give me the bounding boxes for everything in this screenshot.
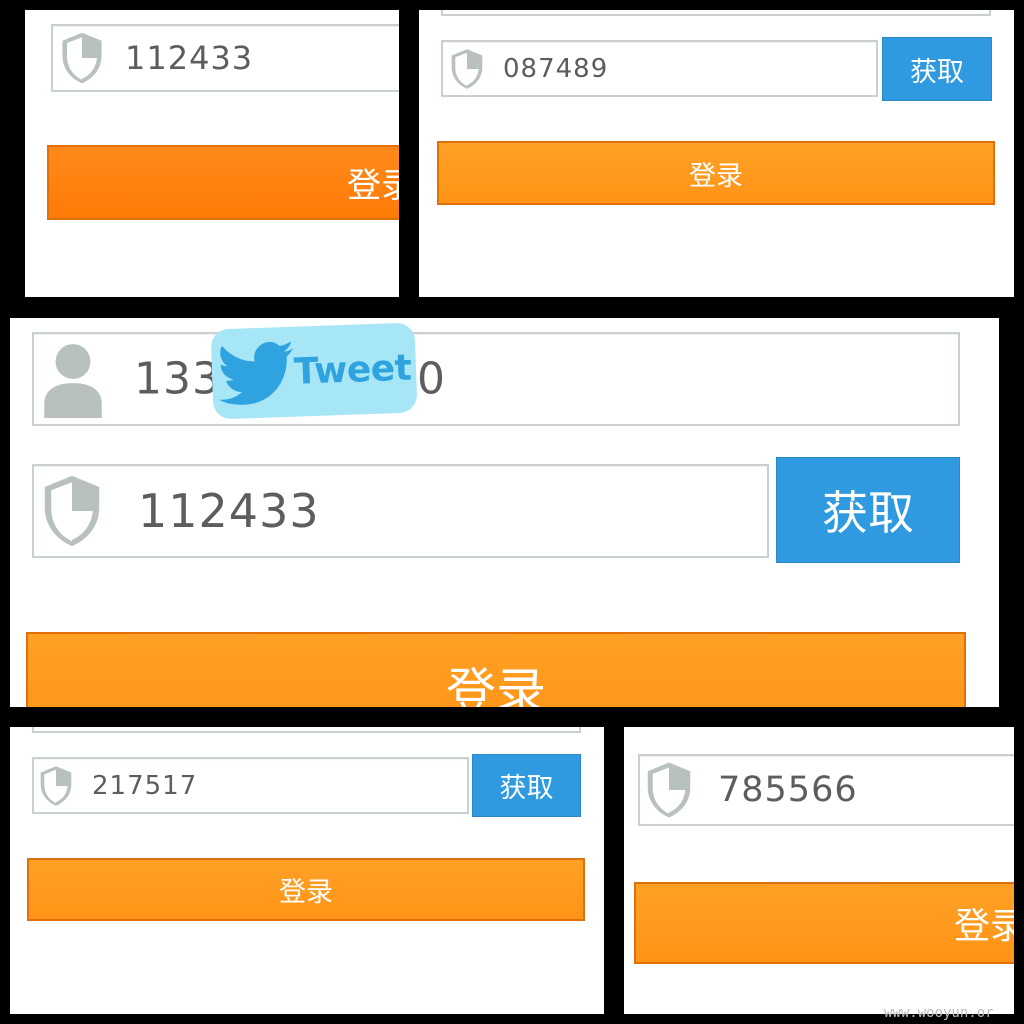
get-code-button[interactable]: 获取 xyxy=(472,754,581,817)
get-code-button[interactable]: 获取 xyxy=(882,37,992,101)
login-label: 登录 xyxy=(446,663,546,707)
login-label: 登录 xyxy=(279,877,333,908)
verification-code-value: 785566 xyxy=(718,770,858,810)
shield-icon xyxy=(644,760,694,820)
get-code-label: 获取 xyxy=(822,486,914,540)
phone-field[interactable]: 133 0 xyxy=(32,332,960,426)
shield-icon xyxy=(40,472,104,550)
login-button[interactable]: 登录 xyxy=(437,141,995,205)
panel-1: 112433 登录 xyxy=(25,10,399,297)
phone-field[interactable] xyxy=(441,10,991,16)
login-button[interactable]: 登录 xyxy=(634,882,1014,964)
verification-code-field[interactable]: 217517 xyxy=(32,757,469,814)
panel-5: 785566 登录 xyxy=(624,727,1014,1014)
verification-code-value: 217517 xyxy=(92,770,198,801)
twitter-bird-icon xyxy=(217,340,297,407)
verification-code-field[interactable]: 112433 xyxy=(32,464,769,558)
shield-icon xyxy=(59,30,105,86)
login-button[interactable]: 登录 xyxy=(26,632,966,707)
verification-code-field[interactable]: 087489 xyxy=(441,40,878,97)
shield-icon xyxy=(449,47,485,91)
login-label: 登录 xyxy=(954,906,1014,947)
user-icon xyxy=(42,340,104,418)
verification-code-value: 087489 xyxy=(503,53,609,84)
panel-4: 217517 获取 登录 xyxy=(10,727,604,1014)
get-code-label: 获取 xyxy=(910,56,964,88)
shield-icon xyxy=(38,764,74,808)
phone-field[interactable] xyxy=(32,727,581,733)
panel-3: 133 0 112433 获取 登录 xyxy=(10,318,999,707)
phone-value-right: 0 xyxy=(417,353,446,405)
login-button[interactable]: 登录 xyxy=(47,145,399,220)
login-label: 登录 xyxy=(689,160,743,192)
login-button[interactable]: 登录 xyxy=(27,858,585,921)
get-code-label: 获取 xyxy=(499,773,554,804)
login-label: 登录 xyxy=(347,166,399,206)
panel-2: 087489 获取 登录 xyxy=(419,10,1014,297)
verification-code-value: 112433 xyxy=(138,484,320,538)
verification-code-field[interactable]: 785566 xyxy=(638,754,1014,826)
tweet-sticker[interactable]: Tweet xyxy=(210,322,418,420)
verification-code-value: 112433 xyxy=(125,39,254,77)
verification-code-field[interactable]: 112433 xyxy=(51,24,399,92)
get-code-button[interactable]: 获取 xyxy=(776,457,960,563)
tweet-label: Tweet xyxy=(293,347,413,393)
watermark: www.wooyun.or xyxy=(884,1005,994,1021)
phone-value-left: 133 xyxy=(134,353,221,405)
